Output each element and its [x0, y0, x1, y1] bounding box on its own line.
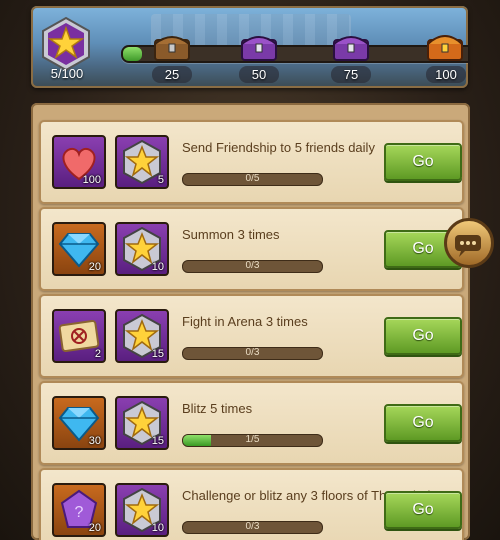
milestone-label: 25	[152, 66, 192, 83]
task-progress-bar: 0/3	[182, 347, 323, 360]
task-card: 30 15 Blitz 5 times 1/5 Go	[39, 381, 464, 465]
reward-diamond[interactable]: 20	[52, 222, 106, 276]
reward-activity-star[interactable]: 15	[115, 309, 169, 363]
reward-quantity: 2	[94, 348, 101, 360]
reward-activity-star[interactable]: 5	[115, 135, 169, 189]
reward-quantity: 15	[151, 348, 164, 360]
task-title: Blitz 5 times	[182, 401, 253, 416]
reward-quantity: 100	[82, 174, 101, 186]
svg-text:?: ?	[75, 504, 84, 521]
reward-activity-star[interactable]: 10	[115, 222, 169, 276]
reward-quantity: 20	[88, 522, 101, 534]
wooden-chest-icon[interactable]	[151, 30, 193, 62]
reward-quantity: 20	[88, 261, 101, 273]
milestone-label: 100	[426, 66, 466, 83]
task-title: Summon 3 times	[182, 227, 280, 242]
task-progress-bar: 1/5	[182, 434, 323, 447]
go-button[interactable]: Go	[384, 317, 462, 355]
daily-progress-fill	[123, 47, 142, 61]
orange-chest-icon[interactable]	[424, 28, 466, 61]
level-progress-text: 5/100	[50, 66, 84, 81]
task-progress-text: 1/5	[245, 434, 260, 445]
task-card: 2 15 Fight in Arena 3 times 0/3 Go	[39, 294, 464, 378]
reward-activity-star[interactable]: 10	[115, 483, 169, 537]
task-progress-text: 0/3	[245, 260, 260, 271]
activity-star-badge-icon	[38, 16, 94, 72]
chat-bubble-button[interactable]	[444, 218, 494, 268]
purple-chest-icon[interactable]	[330, 30, 372, 62]
milestone-label: 50	[239, 66, 279, 83]
reward-heart[interactable]: 100	[52, 135, 106, 189]
go-button[interactable]: Go	[384, 143, 462, 181]
task-progress-bar: 0/3	[182, 521, 323, 534]
task-progress-bar: 0/5	[182, 173, 323, 186]
task-title: Send Friendship to 5 friends daily	[182, 140, 375, 155]
purple-chest-icon[interactable]	[238, 30, 280, 62]
go-button[interactable]: Go	[384, 491, 462, 529]
reward-quantity: 30	[88, 435, 101, 447]
task-card: ? 20 10 Challenge or blitz any 3 floors …	[39, 468, 464, 540]
reward-quantity: 5	[157, 174, 164, 186]
task-title: Fight in Arena 3 times	[182, 314, 308, 329]
reward-diamond[interactable]: 30	[52, 396, 106, 450]
task-progress-bar: 0/3	[182, 260, 323, 273]
go-button[interactable]: Go	[384, 404, 462, 442]
reward-quantity: 10	[151, 261, 164, 273]
milestone-label: 75	[331, 66, 371, 83]
reward-quantity: 15	[151, 435, 164, 447]
task-progress-text: 0/5	[245, 173, 260, 184]
reward-activity-star[interactable]: 15	[115, 396, 169, 450]
reward-scroll[interactable]: 2	[52, 309, 106, 363]
reward-quantity: 10	[151, 522, 164, 534]
daily-tasks-panel: 100 5 Send Friendship to 5 friends daily…	[31, 103, 470, 540]
chat-bubble-icon	[455, 235, 481, 257]
task-progress-text: 0/3	[245, 521, 260, 532]
task-card: 100 5 Send Friendship to 5 friends daily…	[39, 120, 464, 204]
task-card: 20 10 Summon 3 times 0/3 Go	[39, 207, 464, 291]
reward-mystery-gem[interactable]: ? 20	[52, 483, 106, 537]
task-progress-text: 0/3	[245, 347, 260, 358]
